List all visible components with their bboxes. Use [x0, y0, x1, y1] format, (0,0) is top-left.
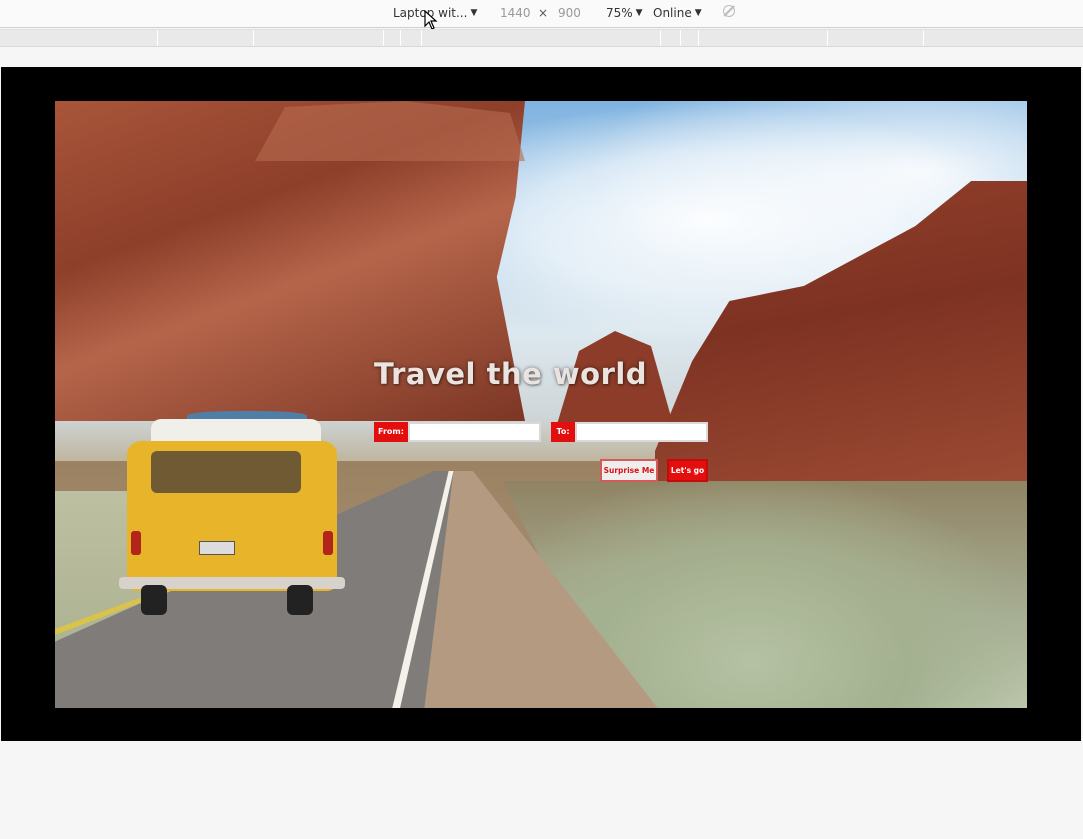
- network-throttle-select[interactable]: Online ▼: [653, 6, 702, 20]
- lets-go-button[interactable]: Let's go: [667, 459, 708, 482]
- media-query-tick: [400, 30, 401, 46]
- device-viewport: [1, 67, 1081, 741]
- media-query-tick: [827, 30, 828, 46]
- to-input[interactable]: [575, 422, 708, 442]
- media-query-tick: [157, 30, 158, 46]
- height-input[interactable]: 900: [558, 6, 581, 20]
- rotate-icon: [723, 5, 735, 17]
- zoom-label: 75%: [606, 6, 633, 20]
- device-toolbar: Laptop wit... ▼ 1440 × 900 75% ▼ Online …: [0, 0, 1083, 30]
- van-license-plate: [199, 541, 235, 555]
- yellow-van: [117, 411, 347, 621]
- from-label: From:: [374, 422, 408, 442]
- media-query-tick: [698, 30, 699, 46]
- page-title: Travel the world: [374, 357, 648, 391]
- surprise-me-button[interactable]: Surprise Me: [600, 459, 658, 482]
- caret-down-icon: ▼: [635, 8, 643, 18]
- van-tail-light: [323, 531, 333, 555]
- from-input[interactable]: [408, 422, 541, 442]
- media-query-tick: [253, 30, 254, 46]
- caret-down-icon: ▼: [694, 8, 702, 18]
- dimension-separator: ×: [538, 6, 549, 20]
- van-wheel: [287, 585, 313, 615]
- media-query-tick: [421, 30, 422, 46]
- media-query-bar[interactable]: [0, 29, 1083, 47]
- caret-down-icon: ▼: [470, 8, 478, 18]
- van-tail-light: [131, 531, 141, 555]
- width-input[interactable]: 1440: [500, 6, 531, 20]
- rotate-button[interactable]: [723, 5, 735, 17]
- devtools-empty-area: [0, 742, 1083, 839]
- van-wheel: [141, 585, 167, 615]
- van-rear-window: [151, 451, 301, 493]
- media-query-tick: [383, 30, 384, 46]
- hero-background: [55, 101, 1027, 708]
- mouse-cursor-icon: [424, 10, 438, 30]
- media-query-tick: [923, 30, 924, 46]
- media-query-tick: [660, 30, 661, 46]
- zoom-select[interactable]: 75% ▼: [606, 6, 643, 20]
- network-label: Online: [653, 6, 692, 20]
- media-query-tick: [680, 30, 681, 46]
- to-label: To:: [551, 422, 575, 442]
